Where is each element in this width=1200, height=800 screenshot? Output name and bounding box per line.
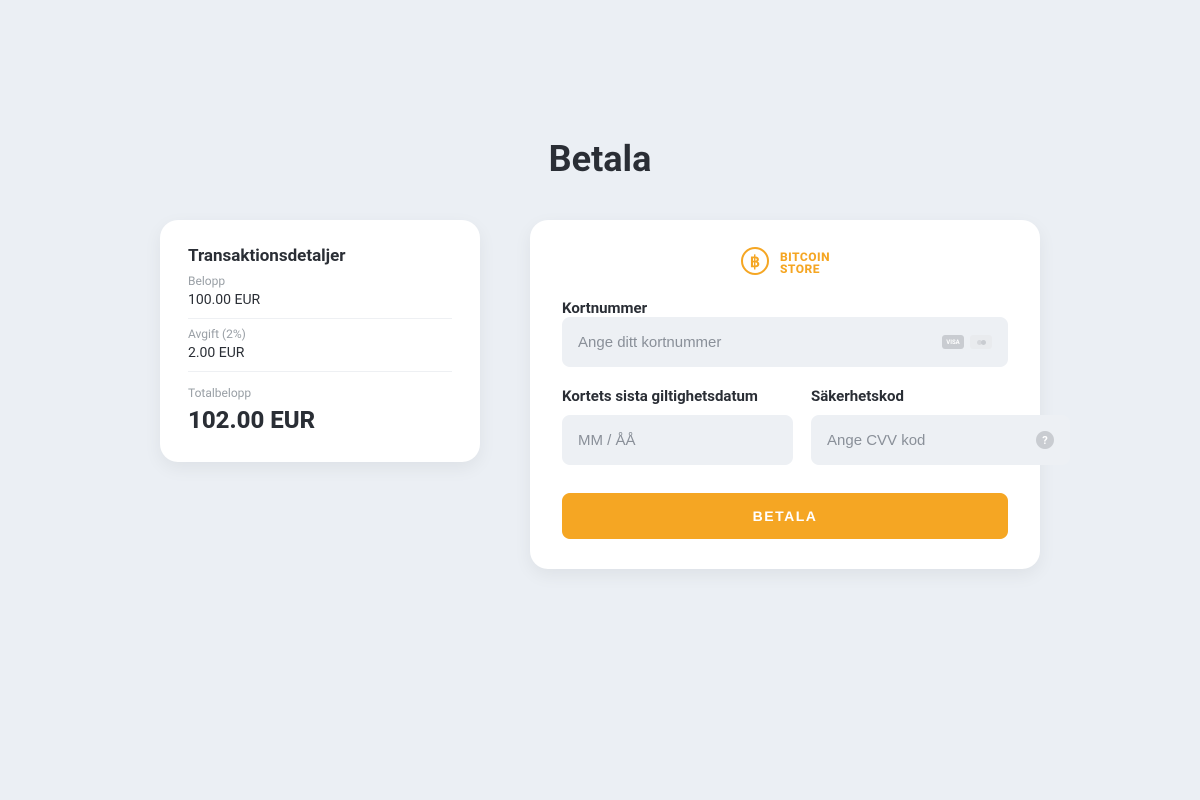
total-label: Totalbelopp <box>188 386 452 400</box>
bitcoin-icon: ฿ <box>740 246 770 280</box>
visa-icon: VISA <box>942 335 964 349</box>
cvv-help-icon[interactable]: ? <box>1036 431 1054 449</box>
merchant-brand: ฿ BITCOIN STORE <box>562 246 1008 280</box>
svg-text:฿: ฿ <box>750 254 760 271</box>
card-number-field-wrap[interactable]: VISA <box>562 317 1008 367</box>
amount-label: Belopp <box>188 274 452 288</box>
cvv-field-wrap[interactable]: ? <box>811 415 1070 465</box>
card-number-input[interactable] <box>578 334 932 351</box>
divider <box>188 371 452 372</box>
page-title: Betala <box>549 138 652 180</box>
total-value: 102.00 EUR <box>188 406 452 434</box>
divider <box>188 318 452 319</box>
expiry-label: Kortets sista giltighetsdatum <box>562 387 793 405</box>
transaction-details-card: Transaktionsdetaljer Belopp 100.00 EUR A… <box>160 220 480 462</box>
payment-form-card: ฿ BITCOIN STORE Kortnummer VISA <box>530 220 1040 569</box>
card-number-label: Kortnummer <box>562 299 647 317</box>
card-brand-icons: VISA <box>942 335 992 349</box>
cvv-label: Säkerhetskod <box>811 387 1070 405</box>
fee-label: Avgift (2%) <box>188 327 452 341</box>
mastercard-icon <box>970 335 992 349</box>
pay-button[interactable]: BETALA <box>562 493 1008 539</box>
expiry-input[interactable] <box>578 432 777 449</box>
amount-value: 100.00 EUR <box>188 288 452 318</box>
expiry-field-wrap[interactable] <box>562 415 793 465</box>
transaction-details-heading: Transaktionsdetaljer <box>188 246 452 266</box>
fee-value: 2.00 EUR <box>188 341 452 371</box>
brand-line-2: STORE <box>780 263 830 275</box>
cvv-input[interactable] <box>827 432 1026 449</box>
